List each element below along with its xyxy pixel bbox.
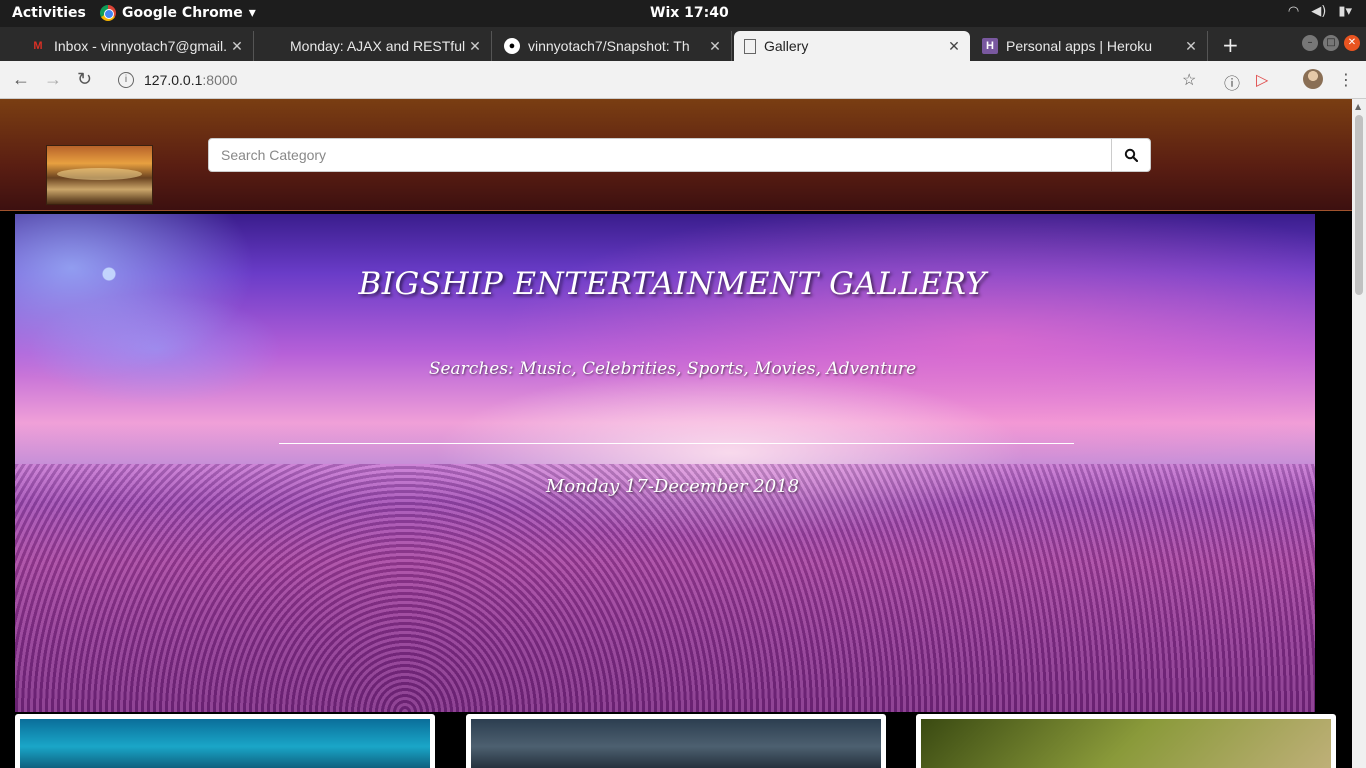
close-icon[interactable]: ✕ (465, 38, 485, 55)
cast-extension-icon[interactable]: ▷ (1256, 70, 1268, 90)
hero-date: Monday 17-December 2018 (545, 476, 800, 497)
close-icon[interactable]: ✕ (1181, 38, 1201, 55)
tab-label: Monday: AJAX and RESTful (290, 38, 465, 54)
tab-heroku[interactable]: H Personal apps | Heroku ✕ (972, 31, 1208, 61)
clock[interactable]: Wix 17:40 (650, 5, 729, 21)
blank-icon (266, 38, 282, 54)
search-button[interactable] (1111, 139, 1150, 171)
page-viewport: BIGSHIP ENTERTAINMENT GALLERY Searches: … (0, 99, 1352, 768)
gallery-card[interactable] (916, 714, 1336, 768)
maximize-button[interactable]: □ (1323, 35, 1339, 51)
gallery-card[interactable] (466, 714, 886, 768)
site-logo-image[interactable] (46, 145, 153, 205)
close-icon[interactable]: ✕ (705, 38, 725, 55)
chrome-icon (100, 5, 116, 21)
app-menu[interactable]: Google Chrome ▾ (100, 5, 256, 21)
tab-label: Inbox - vinnyotach7@gmail.com (54, 38, 227, 54)
tab-label: vinnyotach7/Snapshot: Th (528, 38, 690, 54)
address-bar[interactable]: i 127.0.0.1:8000 (108, 66, 1208, 94)
page-scrollbar[interactable]: ▲ (1352, 99, 1366, 768)
url-host: 127.0.0.1 (144, 72, 203, 88)
menu-dots-icon[interactable]: ⋮ (1338, 70, 1354, 89)
close-icon[interactable]: ✕ (944, 38, 964, 55)
tab-inbox[interactable]: M Inbox - vinnyotach7@gmail.com ✕ (20, 31, 254, 61)
gallery-image[interactable] (471, 719, 881, 768)
activities-button[interactable]: Activities (12, 5, 86, 21)
hero-title: BIGSHIP ENTERTAINMENT GALLERY (358, 266, 987, 302)
tab-strip: M Inbox - vinnyotach7@gmail.com ✕ Monday… (0, 27, 1366, 61)
wifi-icon: ◠ (1287, 4, 1300, 19)
reload-button[interactable]: ↻ (77, 69, 92, 90)
app-name: Google Chrome (122, 5, 243, 21)
gallery-image[interactable] (921, 719, 1331, 768)
os-top-bar: Activities Google Chrome ▾ Wix 17:40 ◠ ◀… (0, 0, 1366, 27)
info-icon[interactable]: i (118, 72, 134, 88)
heroku-icon: H (982, 38, 998, 54)
forward-button[interactable]: → (44, 69, 62, 90)
scroll-up-icon[interactable]: ▲ (1355, 102, 1361, 111)
window-controls: – □ ✕ (1302, 35, 1360, 51)
gallery-image[interactable] (20, 719, 430, 768)
extension-icon[interactable]: ⓘ (1224, 70, 1240, 94)
battery-icon: ▮▾ (1338, 4, 1352, 19)
search-input[interactable] (209, 139, 1111, 171)
browser-toolbar: ← → ↻ i 127.0.0.1:8000 ☆ ⓘ ▷ (0, 61, 1366, 99)
gmail-icon: M (33, 40, 43, 52)
hero-divider (279, 443, 1074, 444)
github-icon: ● (504, 38, 520, 54)
site-header (0, 99, 1352, 211)
url-port: :8000 (202, 72, 238, 88)
tab-label: Gallery (764, 38, 809, 54)
hero-banner: BIGSHIP ENTERTAINMENT GALLERY Searches: … (15, 214, 1315, 712)
close-icon[interactable]: ✕ (227, 38, 247, 55)
caret-down-icon: ▾ (248, 5, 256, 21)
hero-meadow-decoration (15, 464, 1315, 712)
page-icon (744, 38, 756, 54)
tab-gallery[interactable]: Gallery ✕ (734, 31, 970, 61)
scrollbar-thumb[interactable] (1355, 115, 1363, 295)
gallery-card[interactable] (15, 714, 435, 768)
tab-label: Personal apps | Heroku (1006, 38, 1153, 54)
new-tab-button[interactable]: + (1222, 33, 1239, 57)
hero-subtitle: Searches: Music, Celebrities, Sports, Mo… (428, 359, 917, 379)
tab-github[interactable]: ● vinnyotach7/Snapshot: Th ✕ (494, 31, 732, 61)
minimize-button[interactable]: – (1302, 35, 1318, 51)
tab-ajax[interactable]: Monday: AJAX and RESTful ✕ (256, 31, 492, 61)
system-tray[interactable]: ◠ ◀) ▮▾ (1288, 4, 1352, 19)
search-icon (1124, 148, 1138, 162)
search-form (208, 138, 1151, 172)
close-window-button[interactable]: ✕ (1344, 35, 1360, 51)
volume-icon: ◀) (1311, 4, 1327, 19)
bookmark-star-icon[interactable]: ☆ (1182, 70, 1196, 90)
back-button[interactable]: ← (12, 69, 30, 90)
profile-avatar[interactable] (1303, 69, 1323, 89)
